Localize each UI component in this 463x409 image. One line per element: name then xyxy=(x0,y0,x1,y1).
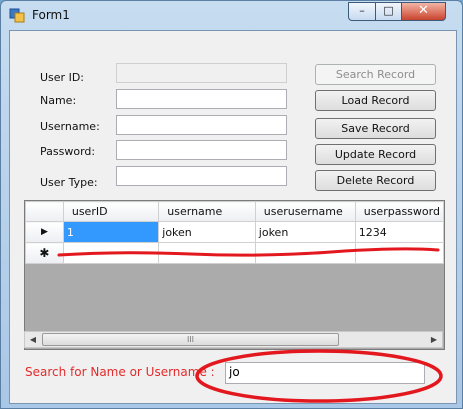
grid-cell[interactable]: joken xyxy=(158,221,256,243)
title-bar[interactable]: Form1 – □ ✕ xyxy=(1,1,462,30)
window-title: Form1 xyxy=(32,8,70,22)
column-header-userpassword[interactable]: userpassword xyxy=(354,201,444,222)
user-id-label: User ID: xyxy=(40,71,84,84)
scroll-left-icon[interactable]: ◀ xyxy=(25,332,41,347)
column-header-userusername[interactable]: userusername xyxy=(254,201,356,222)
update-record-button[interactable]: Update Record xyxy=(315,144,436,165)
name-label: Name: xyxy=(40,94,77,107)
save-record-button[interactable]: Save Record xyxy=(315,118,436,139)
users-data-grid[interactable]: userID username userusername userpasswor… xyxy=(24,200,445,350)
grid-table: userID username userusername userpasswor… xyxy=(25,201,444,264)
grid-cell[interactable] xyxy=(158,242,256,264)
app-icon xyxy=(9,8,25,23)
grid-header-row: userID username userusername userpasswor… xyxy=(25,201,444,222)
form-client-area: User ID: Name: Username: Password: User … xyxy=(9,30,457,404)
grid-horizontal-scrollbar[interactable]: ◀ III ▶ xyxy=(24,331,443,348)
table-row-new[interactable]: ✱ xyxy=(25,242,444,264)
grid-cell[interactable] xyxy=(62,242,160,264)
password-field[interactable] xyxy=(116,140,287,160)
search-label: Search for Name or Username : xyxy=(25,365,215,379)
scrollbar-thumb[interactable]: III xyxy=(42,333,339,346)
table-row[interactable]: ▶ 1 joken joken 1234 xyxy=(25,221,444,243)
username-field[interactable] xyxy=(116,115,287,135)
app-window: Form1 – □ ✕ User ID: Name: Username: Pas… xyxy=(0,0,463,409)
scroll-right-icon[interactable]: ▶ xyxy=(426,332,442,347)
maximize-button[interactable]: □ xyxy=(375,2,402,21)
close-button[interactable]: ✕ xyxy=(401,2,446,21)
delete-record-button[interactable]: Delete Record xyxy=(315,170,436,191)
name-field[interactable] xyxy=(116,89,287,109)
username-label: Username: xyxy=(40,120,100,133)
grid-cell[interactable] xyxy=(254,242,356,264)
minimize-button[interactable]: – xyxy=(348,2,376,21)
grid-cell[interactable]: 1234 xyxy=(354,221,444,243)
user-type-field[interactable] xyxy=(116,166,287,186)
column-header-username[interactable]: username xyxy=(158,201,256,222)
grid-cell[interactable] xyxy=(354,242,444,264)
new-row-indicator-icon[interactable]: ✱ xyxy=(25,242,64,264)
row-header-corner xyxy=(25,201,64,222)
load-record-button[interactable]: Load Record xyxy=(315,90,436,111)
current-row-indicator-icon[interactable]: ▶ xyxy=(25,221,64,243)
password-label: Password: xyxy=(40,145,96,158)
search-input[interactable]: jo xyxy=(225,362,425,384)
user-type-label: User Type: xyxy=(40,176,98,189)
user-id-field[interactable] xyxy=(116,63,287,83)
grid-cell[interactable]: joken xyxy=(254,221,356,243)
search-record-button[interactable]: Search Record xyxy=(315,64,436,85)
column-header-userid[interactable]: userID xyxy=(62,201,160,222)
grid-cell[interactable]: 1 xyxy=(62,221,160,243)
